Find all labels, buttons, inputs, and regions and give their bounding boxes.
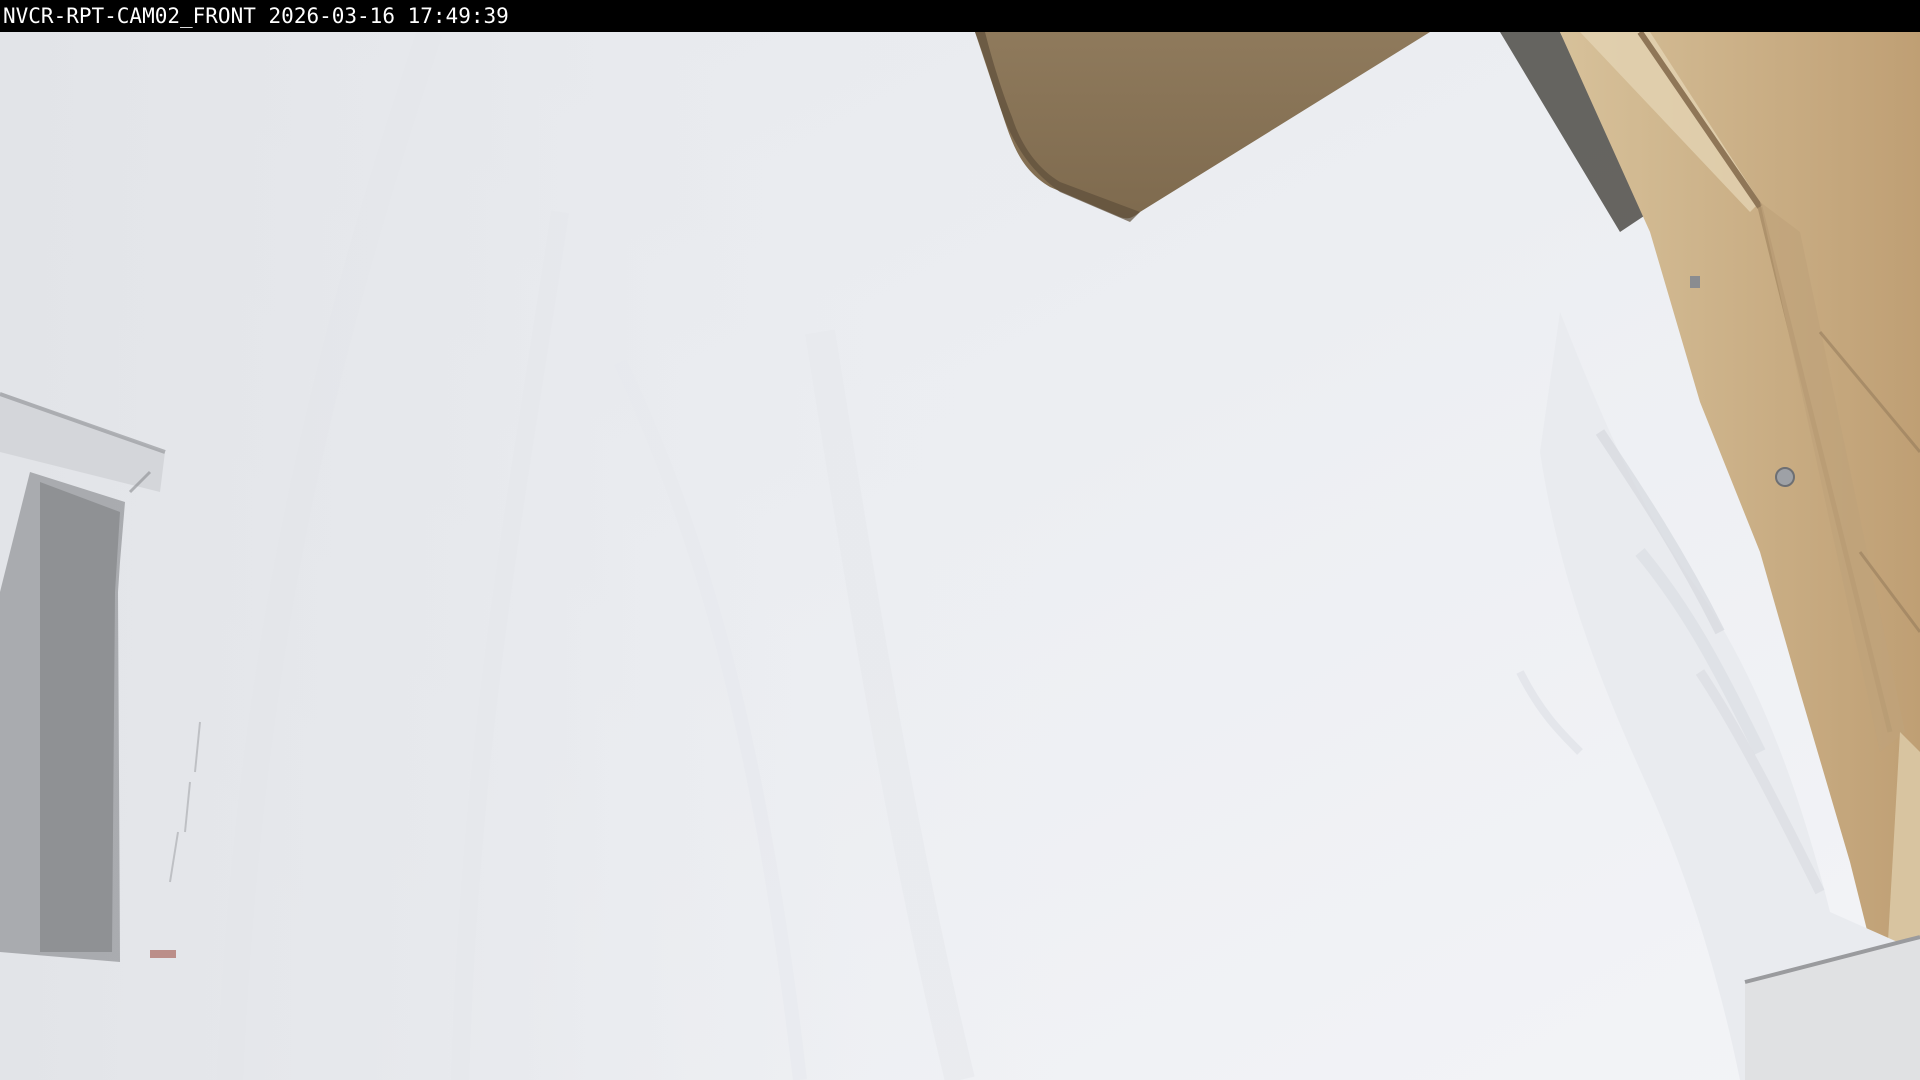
marker-post [150, 950, 176, 958]
camera-id-label: NVCR-RPT-CAM02_FRONT [3, 4, 256, 28]
wall-fixture [1775, 467, 1795, 487]
time-label: 17:49:39 [407, 4, 509, 28]
timestamp-overlay-bar: NVCR-RPT-CAM02_FRONT 2026-03-16 17:49:39 [0, 0, 1920, 32]
webcam-scene [0, 32, 1920, 1080]
webcam-frame: NVCR-RPT-CAM02_FRONT 2026-03-16 17:49:39 [0, 0, 1920, 1080]
date-label: 2026-03-16 [268, 4, 395, 28]
wall-bolt [1690, 276, 1700, 288]
timestamp-overlay: NVCR-RPT-CAM02_FRONT 2026-03-16 17:49:39 [3, 2, 509, 30]
